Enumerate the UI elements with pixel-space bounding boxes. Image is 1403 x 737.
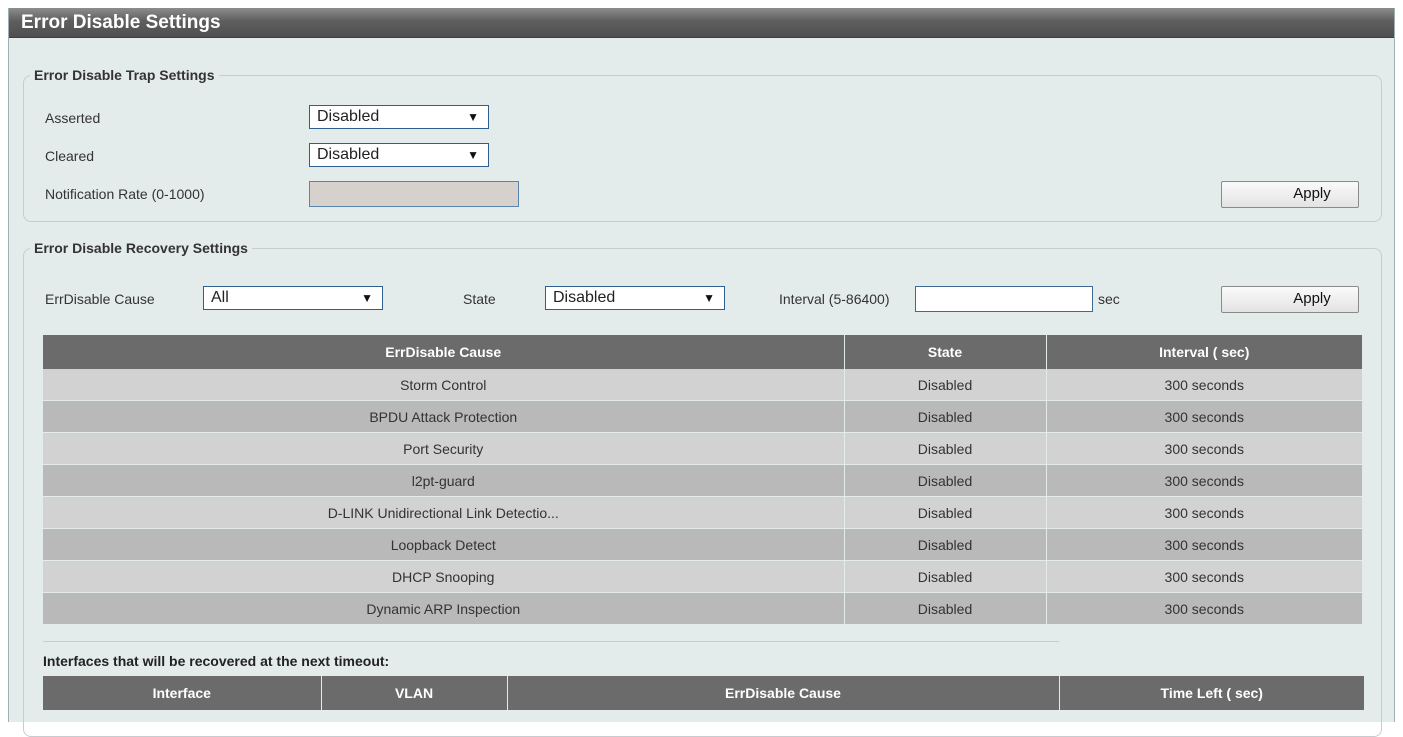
- cell-cause: Port Security: [43, 432, 845, 465]
- table-row: DHCP Snooping Disabled 300 seconds: [43, 560, 1362, 593]
- cell-interval: 300 seconds: [1046, 496, 1362, 529]
- dropdown-arrow-icon: ▼: [361, 291, 373, 305]
- cell-cause: Dynamic ARP Inspection: [43, 592, 845, 625]
- state-label: State: [463, 291, 496, 307]
- column-header-vlan: VLAN: [321, 676, 508, 710]
- recovery-interfaces-note: Interfaces that will be recovered at the…: [43, 653, 390, 669]
- cell-interval: 300 seconds: [1046, 369, 1362, 401]
- table-row: Storm Control Disabled 300 seconds: [43, 369, 1362, 401]
- cell-state: Disabled: [844, 592, 1047, 625]
- cleared-select-value: Disabled: [317, 146, 380, 163]
- table-row: D-LINK Unidirectional Link Detectio... D…: [43, 496, 1362, 529]
- dropdown-arrow-icon: ▼: [703, 291, 715, 305]
- table-row: l2pt-guard Disabled 300 seconds: [43, 464, 1362, 497]
- cell-cause: D-LINK Unidirectional Link Detectio...: [43, 496, 845, 529]
- cell-cause: BPDU Attack Protection: [43, 400, 845, 433]
- errdisable-cause-select-value: All: [211, 289, 229, 306]
- recovery-apply-button[interactable]: Apply: [1221, 286, 1359, 313]
- cell-interval: 300 seconds: [1046, 528, 1362, 561]
- asserted-select-value: Disabled: [317, 108, 380, 125]
- recovery-apply-label: Apply: [1293, 290, 1331, 307]
- cell-cause: l2pt-guard: [43, 464, 845, 497]
- table-row: BPDU Attack Protection Disabled 300 seco…: [43, 400, 1362, 433]
- cell-cause: DHCP Snooping: [43, 560, 845, 593]
- state-select[interactable]: Disabled ▼: [545, 286, 725, 310]
- cell-cause: Loopback Detect: [43, 528, 845, 561]
- title-bar: Error Disable Settings: [9, 8, 1394, 38]
- errdisable-cause-select[interactable]: All ▼: [203, 286, 383, 310]
- table-header-row: Interface VLAN ErrDisable Cause Time Lef…: [43, 676, 1364, 710]
- table-row: Loopback Detect Disabled 300 seconds: [43, 528, 1362, 561]
- cell-interval: 300 seconds: [1046, 560, 1362, 593]
- cell-state: Disabled: [844, 400, 1047, 433]
- column-header-cause: ErrDisable Cause: [43, 335, 845, 369]
- cell-cause: Storm Control: [43, 369, 845, 401]
- errdisable-cause-table: ErrDisable Cause State Interval ( sec) S…: [43, 335, 1362, 625]
- trap-apply-button[interactable]: Apply: [1221, 181, 1359, 208]
- asserted-select[interactable]: Disabled ▼: [309, 105, 489, 129]
- cell-state: Disabled: [844, 560, 1047, 593]
- cell-interval: 300 seconds: [1046, 432, 1362, 465]
- column-header-errdisable-cause: ErrDisable Cause: [507, 676, 1060, 710]
- interval-unit: sec: [1098, 291, 1120, 307]
- separator-line: [43, 641, 1059, 642]
- page-title: Error Disable Settings: [21, 12, 221, 33]
- dropdown-arrow-icon: ▼: [467, 110, 479, 124]
- cell-interval: 300 seconds: [1046, 592, 1362, 625]
- cleared-label: Cleared: [45, 148, 95, 164]
- error-disable-settings-panel: Error Disable Settings Error Disable Tra…: [8, 8, 1395, 737]
- recovery-settings-legend: Error Disable Recovery Settings: [34, 240, 248, 256]
- trap-settings-legend: Error Disable Trap Settings: [34, 67, 215, 83]
- column-header-interval: Interval ( sec): [1046, 335, 1362, 369]
- table-header-row: ErrDisable Cause State Interval ( sec): [43, 335, 1362, 369]
- cell-interval: 300 seconds: [1046, 464, 1362, 497]
- interval-label: Interval (5-86400): [779, 291, 890, 307]
- interval-input[interactable]: [915, 286, 1093, 312]
- cell-state: Disabled: [844, 369, 1047, 401]
- cell-state: Disabled: [844, 464, 1047, 497]
- cell-state: Disabled: [844, 496, 1047, 529]
- notification-rate-input[interactable]: [309, 181, 519, 207]
- recovery-interfaces-table: Interface VLAN ErrDisable Cause Time Lef…: [43, 676, 1364, 710]
- column-header-interface: Interface: [43, 676, 322, 710]
- table-row: Port Security Disabled 300 seconds: [43, 432, 1362, 465]
- cell-state: Disabled: [844, 528, 1047, 561]
- table-row: Dynamic ARP Inspection Disabled 300 seco…: [43, 592, 1362, 625]
- trap-apply-label: Apply: [1293, 185, 1331, 202]
- state-select-value: Disabled: [553, 289, 616, 306]
- trap-settings-group: Error Disable Trap Settings: [23, 67, 1382, 222]
- column-header-state: State: [844, 335, 1047, 369]
- dropdown-arrow-icon: ▼: [467, 148, 479, 162]
- asserted-label: Asserted: [45, 110, 101, 126]
- cell-interval: 300 seconds: [1046, 400, 1362, 433]
- errdisable-cause-label: ErrDisable Cause: [45, 291, 155, 307]
- cleared-select[interactable]: Disabled ▼: [309, 143, 489, 167]
- column-header-time-left: Time Left ( sec): [1059, 676, 1364, 710]
- cell-state: Disabled: [844, 432, 1047, 465]
- notification-rate-label: Notification Rate (0-1000): [45, 186, 205, 202]
